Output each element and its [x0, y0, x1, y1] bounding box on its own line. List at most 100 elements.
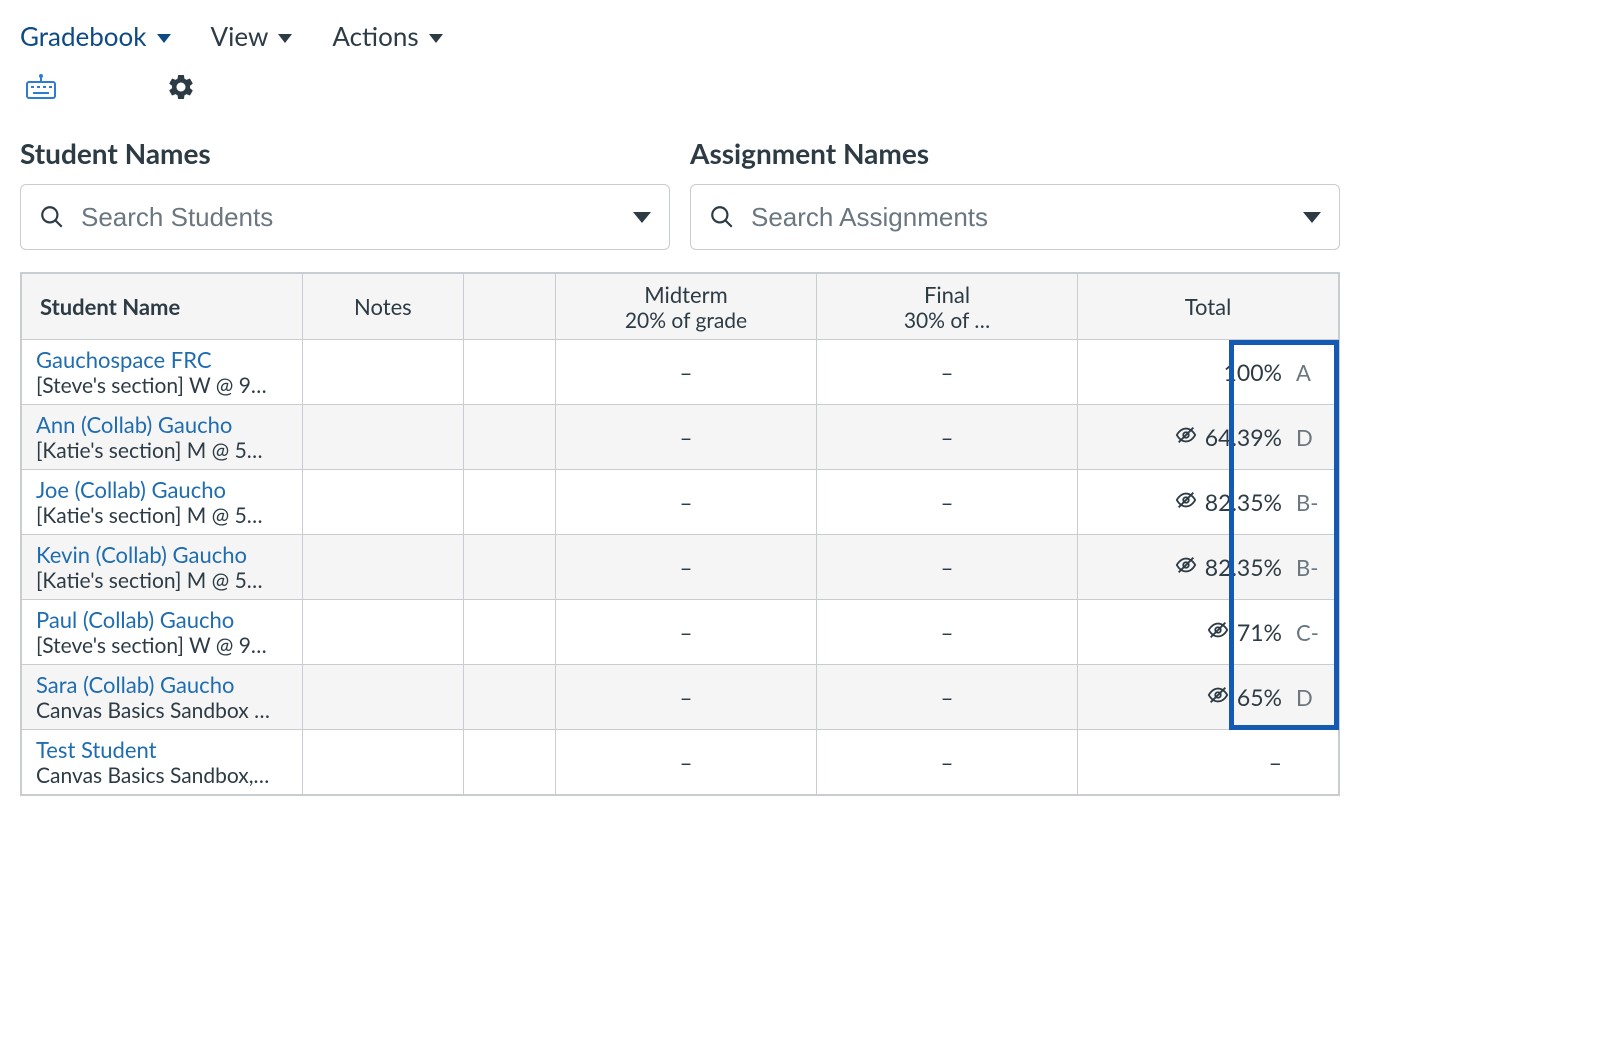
final-cell[interactable]: –	[817, 405, 1078, 470]
midterm-cell[interactable]: –	[556, 535, 817, 600]
view-dropdown[interactable]: View	[211, 20, 293, 52]
hidden-eye-icon	[1175, 489, 1197, 516]
total-cell[interactable]: 71%C-	[1077, 600, 1338, 665]
final-cell[interactable]: –	[817, 470, 1078, 535]
total-percent: 65%	[1237, 683, 1282, 711]
search-icon	[39, 204, 65, 230]
student-cell[interactable]: Joe (Collab) Gaucho[Katie's section] M @…	[22, 470, 303, 535]
total-letter-grade: B-	[1296, 489, 1324, 516]
notes-cell[interactable]	[303, 600, 464, 665]
midterm-cell[interactable]: –	[556, 405, 817, 470]
notes-cell[interactable]	[303, 405, 464, 470]
student-search-input[interactable]	[81, 202, 633, 233]
total-cell[interactable]: 100% A	[1077, 340, 1338, 405]
student-name-link[interactable]: Gauchospace FRC	[36, 346, 288, 373]
gradebook-grid: Student Name Notes Midterm 20% of grade …	[20, 272, 1340, 796]
student-cell[interactable]: Gauchospace FRC[Steve's section] W @ 9…	[22, 340, 303, 405]
assignment-search-group: Assignment Names	[690, 136, 1340, 250]
total-letter-grade: D	[1296, 684, 1324, 711]
student-name-link[interactable]: Test Student	[36, 736, 288, 763]
student-name-link[interactable]: Joe (Collab) Gaucho	[36, 476, 288, 503]
gradebook-dropdown[interactable]: Gradebook	[20, 20, 171, 52]
student-name-link[interactable]: Sara (Collab) Gaucho	[36, 671, 288, 698]
table-row: Test StudentCanvas Basics Sandbox,…–––	[22, 730, 1339, 795]
total-cell[interactable]: 64.39%D	[1077, 405, 1338, 470]
table-row: Ann (Collab) Gaucho[Katie's section] M @…	[22, 405, 1339, 470]
col-total-header[interactable]: Total	[1077, 274, 1338, 340]
student-name-link[interactable]: Ann (Collab) Gaucho	[36, 411, 288, 438]
table-row: Paul (Collab) Gaucho[Steve's section] W …	[22, 600, 1339, 665]
header-row: Student Name Notes Midterm 20% of grade …	[22, 274, 1339, 340]
blank-cell[interactable]	[463, 405, 555, 470]
midterm-cell[interactable]: –	[556, 665, 817, 730]
total-percent: 100%	[1224, 358, 1282, 386]
student-section: Canvas Basics Sandbox …	[36, 698, 288, 723]
student-search-label: Student Names	[20, 136, 670, 170]
midterm-cell[interactable]: –	[556, 470, 817, 535]
gear-icon[interactable]	[166, 72, 196, 106]
notes-cell[interactable]	[303, 665, 464, 730]
blank-cell[interactable]	[463, 470, 555, 535]
student-section: [Steve's section] W @ 9…	[36, 633, 288, 658]
actions-dropdown[interactable]: Actions	[332, 20, 442, 52]
midterm-cell[interactable]: –	[556, 600, 817, 665]
blank-cell[interactable]	[463, 600, 555, 665]
hidden-eye-icon	[1207, 684, 1229, 711]
caret-down-icon	[429, 34, 443, 43]
assignment-search-box[interactable]	[690, 184, 1340, 250]
student-section: [Katie's section] M @ 5…	[36, 503, 288, 528]
notes-cell[interactable]	[303, 470, 464, 535]
notes-cell[interactable]	[303, 340, 464, 405]
student-name-link[interactable]: Kevin (Collab) Gaucho	[36, 541, 288, 568]
final-cell[interactable]: –	[817, 340, 1078, 405]
blank-cell[interactable]	[463, 665, 555, 730]
keyboard-icon[interactable]	[26, 74, 56, 104]
student-cell[interactable]: Ann (Collab) Gaucho[Katie's section] M @…	[22, 405, 303, 470]
col-student-header[interactable]: Student Name	[22, 274, 303, 340]
total-letter-grade: D	[1296, 424, 1324, 451]
blank-cell[interactable]	[463, 340, 555, 405]
total-letter-grade: A	[1296, 359, 1324, 386]
total-letter-grade: B-	[1296, 554, 1324, 581]
final-cell[interactable]: –	[817, 535, 1078, 600]
student-cell[interactable]: Test StudentCanvas Basics Sandbox,…	[22, 730, 303, 795]
total-cell[interactable]: 82.35%B-	[1077, 535, 1338, 600]
chevron-down-icon[interactable]	[633, 212, 651, 223]
hidden-eye-icon	[1175, 554, 1197, 581]
student-cell[interactable]: Kevin (Collab) Gaucho[Katie's section] M…	[22, 535, 303, 600]
student-cell[interactable]: Sara (Collab) GauchoCanvas Basics Sandbo…	[22, 665, 303, 730]
total-cell[interactable]: –	[1077, 730, 1338, 795]
midterm-cell[interactable]: –	[556, 730, 817, 795]
student-search-box[interactable]	[20, 184, 670, 250]
student-cell[interactable]: Paul (Collab) Gaucho[Steve's section] W …	[22, 600, 303, 665]
table-row: Sara (Collab) GauchoCanvas Basics Sandbo…	[22, 665, 1339, 730]
hidden-eye-icon	[1175, 424, 1197, 451]
final-cell[interactable]: –	[817, 665, 1078, 730]
final-cell[interactable]: –	[817, 730, 1078, 795]
table-row: Joe (Collab) Gaucho[Katie's section] M @…	[22, 470, 1339, 535]
final-cell[interactable]: –	[817, 600, 1078, 665]
col-final-header[interactable]: Final 30% of …	[817, 274, 1078, 340]
table-row: Kevin (Collab) Gaucho[Katie's section] M…	[22, 535, 1339, 600]
search-icon	[709, 204, 735, 230]
total-cell[interactable]: 65% D	[1077, 665, 1338, 730]
notes-cell[interactable]	[303, 730, 464, 795]
notes-cell[interactable]	[303, 535, 464, 600]
search-row: Student Names Assignment Names	[20, 136, 1584, 250]
chevron-down-icon[interactable]	[1303, 212, 1321, 223]
total-cell[interactable]: 82.35%B-	[1077, 470, 1338, 535]
top-toolbar: Gradebook View Actions	[20, 20, 1584, 52]
caret-down-icon	[278, 34, 292, 43]
table-row: Gauchospace FRC[Steve's section] W @ 9… –…	[22, 340, 1339, 405]
student-section: [Katie's section] M @ 5…	[36, 438, 288, 463]
icon-toolbar	[20, 72, 1584, 106]
student-name-link[interactable]: Paul (Collab) Gaucho	[36, 606, 288, 633]
midterm-cell[interactable]: –	[556, 340, 817, 405]
student-section: [Katie's section] M @ 5…	[36, 568, 288, 593]
assignment-search-input[interactable]	[751, 202, 1303, 233]
col-notes-header[interactable]: Notes	[303, 274, 464, 340]
total-percent: –	[1269, 748, 1282, 776]
blank-cell[interactable]	[463, 730, 555, 795]
blank-cell[interactable]	[463, 535, 555, 600]
col-midterm-header[interactable]: Midterm 20% of grade	[556, 274, 817, 340]
